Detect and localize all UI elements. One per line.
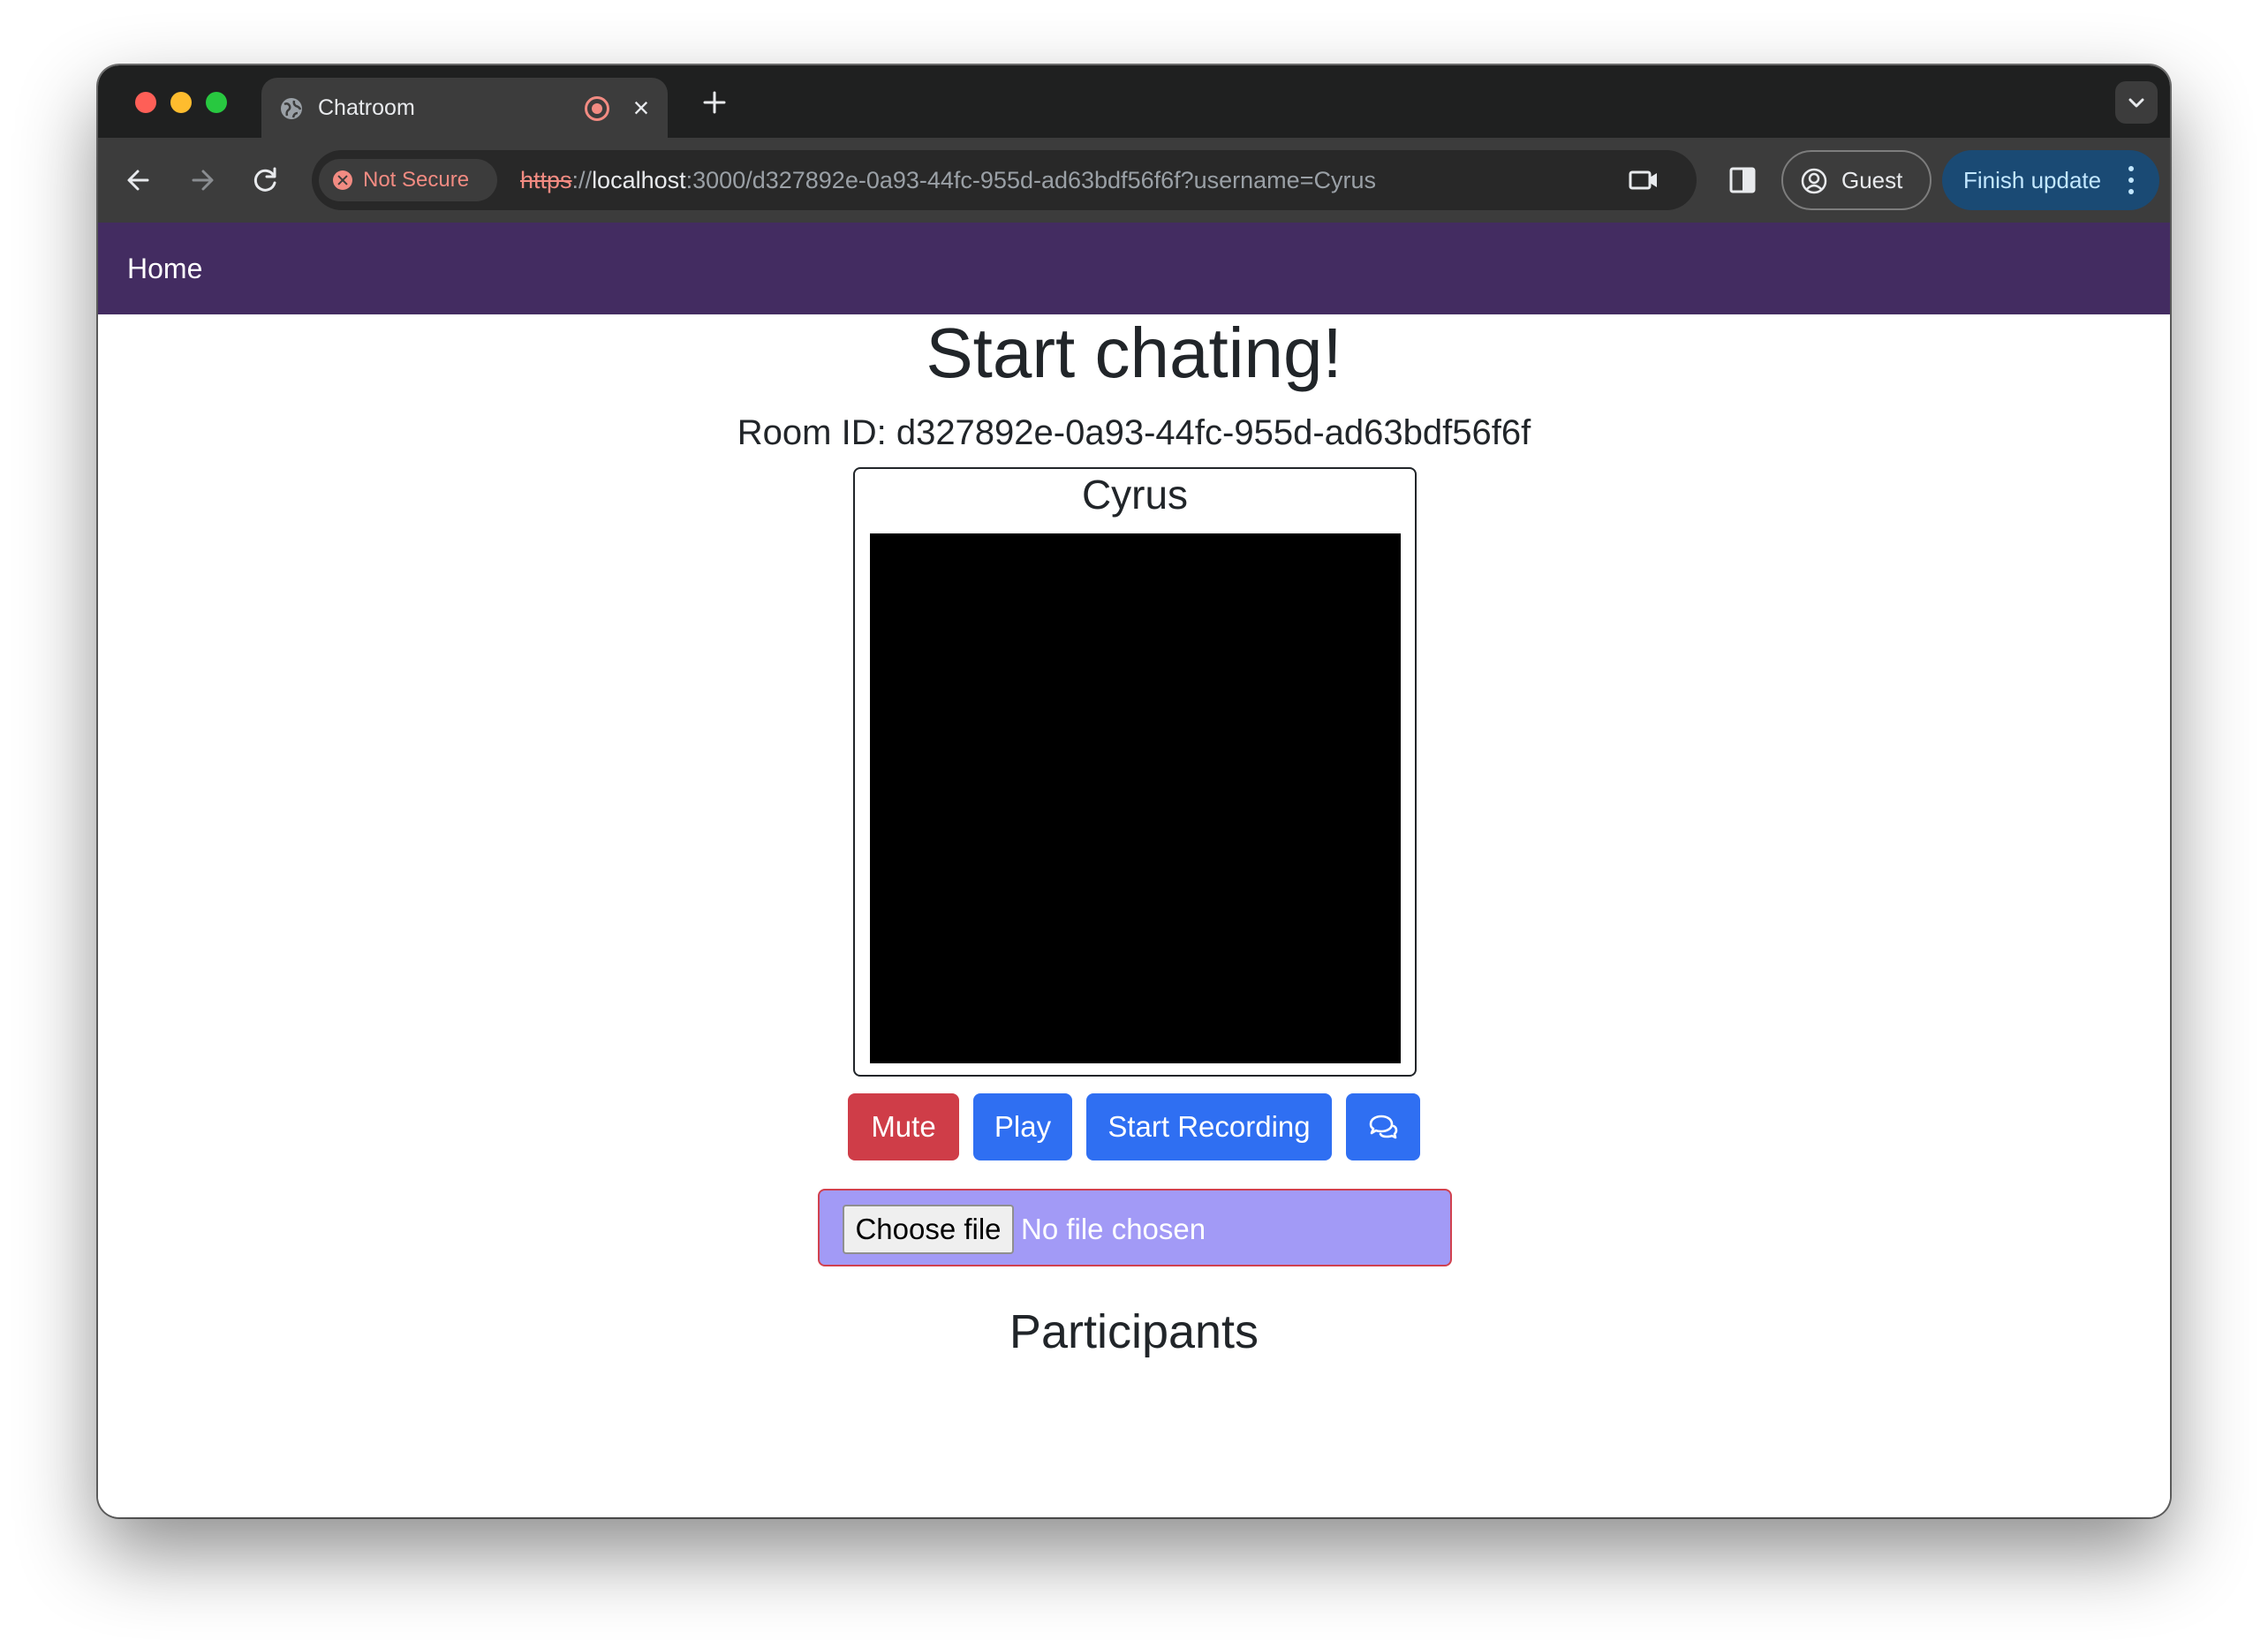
participant-name: Cyrus xyxy=(1081,472,1189,518)
home-link[interactable]: Home xyxy=(127,223,202,314)
arrow-left-icon[interactable] xyxy=(116,157,162,203)
security-label: Not Secure xyxy=(363,168,470,192)
more-menu-icon[interactable] xyxy=(2128,166,2135,194)
url-host: localhost xyxy=(592,167,686,193)
video-player[interactable] xyxy=(870,533,1401,1063)
maximize-window-button[interactable] xyxy=(206,92,227,113)
update-label: Finish update xyxy=(1963,167,2102,193)
address-bar[interactable]: Not Secure https://localhost:3000/d32789… xyxy=(312,150,1697,210)
file-status: No file chosen xyxy=(1021,1213,1206,1245)
mute-button[interactable]: Mute xyxy=(848,1093,959,1160)
plus-icon xyxy=(703,91,726,114)
minimize-window-button[interactable] xyxy=(170,92,192,113)
profile-label: Guest xyxy=(1841,167,1903,193)
new-tab-button[interactable] xyxy=(695,83,734,122)
play-button[interactable]: Play xyxy=(973,1093,1072,1160)
choose-file-button[interactable]: Choose file xyxy=(843,1205,1014,1254)
reload-icon[interactable] xyxy=(243,157,289,203)
participants-heading: Participants xyxy=(1009,1305,1259,1358)
warning-icon xyxy=(333,170,352,190)
url-separator: :// xyxy=(571,167,593,193)
browser-window: Chatroom × Not Secure https://localhost:… xyxy=(98,65,2170,1517)
tab-title: Chatroom xyxy=(318,95,415,120)
url-scheme: https xyxy=(520,167,572,193)
close-window-button[interactable] xyxy=(135,92,156,113)
video-card: Cyrus xyxy=(853,467,1417,1077)
close-icon[interactable]: × xyxy=(625,92,657,124)
profile-button[interactable]: Guest xyxy=(1781,150,1932,210)
file-upload-field: Choose file No file chosen xyxy=(818,1189,1452,1266)
tab-chatroom[interactable]: Chatroom × xyxy=(261,78,668,138)
globe-icon xyxy=(281,98,302,119)
media-controls: Mute Play Start Recording xyxy=(98,1093,2170,1160)
chat-button[interactable] xyxy=(1346,1093,1420,1160)
side-panel-icon[interactable] xyxy=(1727,164,1758,196)
room-id: Room ID: d327892e-0a93-44fc-955d-ad63bdf… xyxy=(737,413,1531,452)
camera-in-use-icon[interactable] xyxy=(1628,166,1659,194)
recording-icon xyxy=(585,96,609,121)
page-viewport: Home Start chating! Room ID: d327892e-0a… xyxy=(98,223,2170,1517)
arrow-right-icon[interactable] xyxy=(179,157,225,203)
site-navbar: Home xyxy=(98,223,2170,314)
url-text[interactable]: https://localhost:3000/d327892e-0a93-44f… xyxy=(520,150,1376,210)
url-path: :3000/d327892e-0a93-44fc-955d-ad63bdf56f… xyxy=(685,167,1376,193)
page-title: Start chating! xyxy=(926,314,1342,392)
tab-strip: Chatroom × xyxy=(98,65,2170,138)
chat-bubbles-icon xyxy=(1369,1115,1398,1139)
start-recording-button[interactable]: Start Recording xyxy=(1086,1093,1332,1160)
browser-toolbar: Not Secure https://localhost:3000/d32789… xyxy=(98,138,2170,223)
finish-update-button[interactable]: Finish update xyxy=(1942,150,2159,210)
security-chip[interactable]: Not Secure xyxy=(319,159,497,201)
account-icon xyxy=(1801,168,1827,194)
tab-search-button[interactable] xyxy=(2115,81,2158,124)
chevron-down-icon xyxy=(2128,98,2144,108)
